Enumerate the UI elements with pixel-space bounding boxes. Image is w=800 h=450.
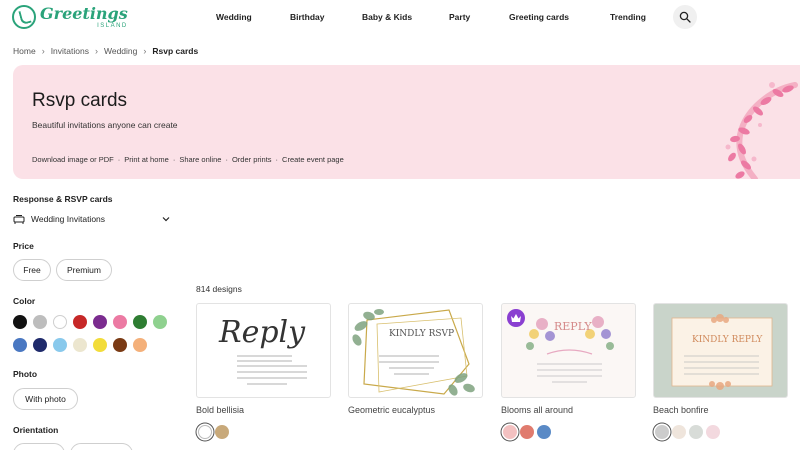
orientation-heading: Orientation bbox=[13, 425, 59, 435]
card-reply-caps: REPLY bbox=[554, 320, 592, 333]
design-card-geometric-eucalyptus[interactable]: KINDLY RSVP bbox=[348, 303, 483, 398]
photo-heading: Photo bbox=[13, 369, 38, 379]
breadcrumb-home[interactable]: Home bbox=[13, 46, 36, 56]
crown-icon bbox=[511, 314, 521, 322]
price-premium-chip[interactable]: Premium bbox=[56, 259, 112, 281]
price-heading: Price bbox=[13, 241, 34, 251]
color-swatch[interactable] bbox=[113, 338, 127, 352]
hero-subtitle: Beautiful invitations anyone can create bbox=[32, 120, 178, 130]
color-swatch[interactable] bbox=[93, 338, 107, 352]
nav-trending[interactable]: Trending bbox=[610, 12, 646, 22]
premium-badge bbox=[507, 309, 525, 327]
card-kindly-reply: KINDLY REPLY bbox=[692, 335, 763, 345]
color-swatch[interactable] bbox=[93, 315, 107, 329]
color-swatch[interactable] bbox=[133, 338, 147, 352]
card-color-option[interactable] bbox=[655, 425, 669, 439]
search-icon bbox=[679, 11, 691, 23]
color-swatch[interactable] bbox=[33, 315, 47, 329]
price-free-chip[interactable]: Free bbox=[13, 259, 51, 281]
nav-wedding[interactable]: Wedding bbox=[216, 12, 252, 22]
chevron-right-icon: › bbox=[41, 46, 45, 56]
color-swatch[interactable] bbox=[153, 315, 167, 329]
floral-wreath-illustration bbox=[725, 82, 798, 179]
color-swatch[interactable] bbox=[133, 315, 147, 329]
orientation-chip[interactable] bbox=[13, 443, 65, 450]
sofa-icon bbox=[13, 214, 25, 224]
category-heading: Response & RSVP cards bbox=[13, 194, 113, 204]
feature-download: Download image or PDF bbox=[32, 155, 114, 164]
chevron-right-icon: › bbox=[94, 46, 98, 56]
feature-event-page: Create event page bbox=[282, 155, 344, 164]
color-swatch[interactable] bbox=[13, 338, 27, 352]
color-swatch[interactable] bbox=[73, 338, 87, 352]
design-card-blooms-all-around[interactable]: REPLY bbox=[501, 303, 636, 398]
page-title: Rsvp cards bbox=[32, 90, 128, 111]
card-color-option[interactable] bbox=[689, 425, 703, 439]
nav-birthday[interactable]: Birthday bbox=[290, 12, 324, 22]
color-swatch[interactable] bbox=[53, 315, 67, 329]
card-kindly-rsvp: KINDLY RSVP bbox=[389, 329, 454, 339]
feature-share: Share online bbox=[179, 155, 222, 164]
color-swatch[interactable] bbox=[53, 338, 67, 352]
site-header: Greetings ISLAND Wedding Birthday Baby &… bbox=[0, 0, 800, 38]
card-thumbnail: KINDLY REPLY bbox=[671, 314, 773, 390]
card-color-option[interactable] bbox=[537, 425, 551, 439]
breadcrumb-current: Rsvp cards bbox=[152, 46, 199, 56]
card-color-option[interactable] bbox=[706, 425, 720, 439]
color-swatch[interactable] bbox=[113, 315, 127, 329]
orientation-chip[interactable] bbox=[70, 443, 133, 450]
feature-order: Order prints bbox=[231, 155, 272, 164]
card-color-option[interactable] bbox=[198, 425, 212, 439]
designs-count: 814 designs bbox=[196, 284, 242, 294]
design-card-bold-bellisia[interactable]: Reply bbox=[196, 303, 331, 398]
card-color-option[interactable] bbox=[215, 425, 229, 439]
card-name[interactable]: Bold bellisia bbox=[196, 405, 244, 415]
card-thumbnail: Reply bbox=[218, 315, 307, 385]
breadcrumb: Home › Invitations › Wedding › Rsvp card… bbox=[13, 46, 198, 56]
category-dropdown[interactable]: Wedding Invitations bbox=[13, 212, 171, 226]
hero-features: Download image or PDF · Print at home · … bbox=[32, 155, 344, 164]
card-color-option[interactable] bbox=[672, 425, 686, 439]
color-swatch[interactable] bbox=[73, 315, 87, 329]
chevron-down-icon bbox=[162, 217, 170, 222]
card-name[interactable]: Blooms all around bbox=[501, 405, 573, 415]
card-color-option[interactable] bbox=[520, 425, 534, 439]
breadcrumb-invitations[interactable]: Invitations bbox=[51, 46, 89, 56]
hero-banner: Rsvp cards Beautiful invitations anyone … bbox=[13, 65, 800, 179]
nav-greeting-cards[interactable]: Greeting cards bbox=[509, 12, 569, 22]
design-card-beach-bonfire[interactable]: KINDLY REPLY bbox=[653, 303, 788, 398]
search-button[interactable] bbox=[673, 5, 697, 29]
breadcrumb-wedding[interactable]: Wedding bbox=[104, 46, 137, 56]
color-swatch[interactable] bbox=[13, 315, 27, 329]
card-name[interactable]: Geometric eucalyptus bbox=[348, 405, 435, 415]
card-color-option[interactable] bbox=[503, 425, 517, 439]
category-dropdown-value: Wedding Invitations bbox=[31, 214, 106, 224]
feature-print: Print at home bbox=[124, 155, 169, 164]
card-reply-script: Reply bbox=[218, 315, 306, 350]
color-heading: Color bbox=[13, 296, 36, 306]
card-thumbnail: KINDLY RSVP bbox=[352, 309, 475, 396]
card-name[interactable]: Beach bonfire bbox=[653, 405, 709, 415]
nav-party[interactable]: Party bbox=[449, 12, 470, 22]
with-photo-chip[interactable]: With photo bbox=[13, 388, 78, 410]
chevron-right-icon: › bbox=[143, 46, 147, 56]
nav-baby-kids[interactable]: Baby & Kids bbox=[362, 12, 412, 22]
color-swatch[interactable] bbox=[33, 338, 47, 352]
